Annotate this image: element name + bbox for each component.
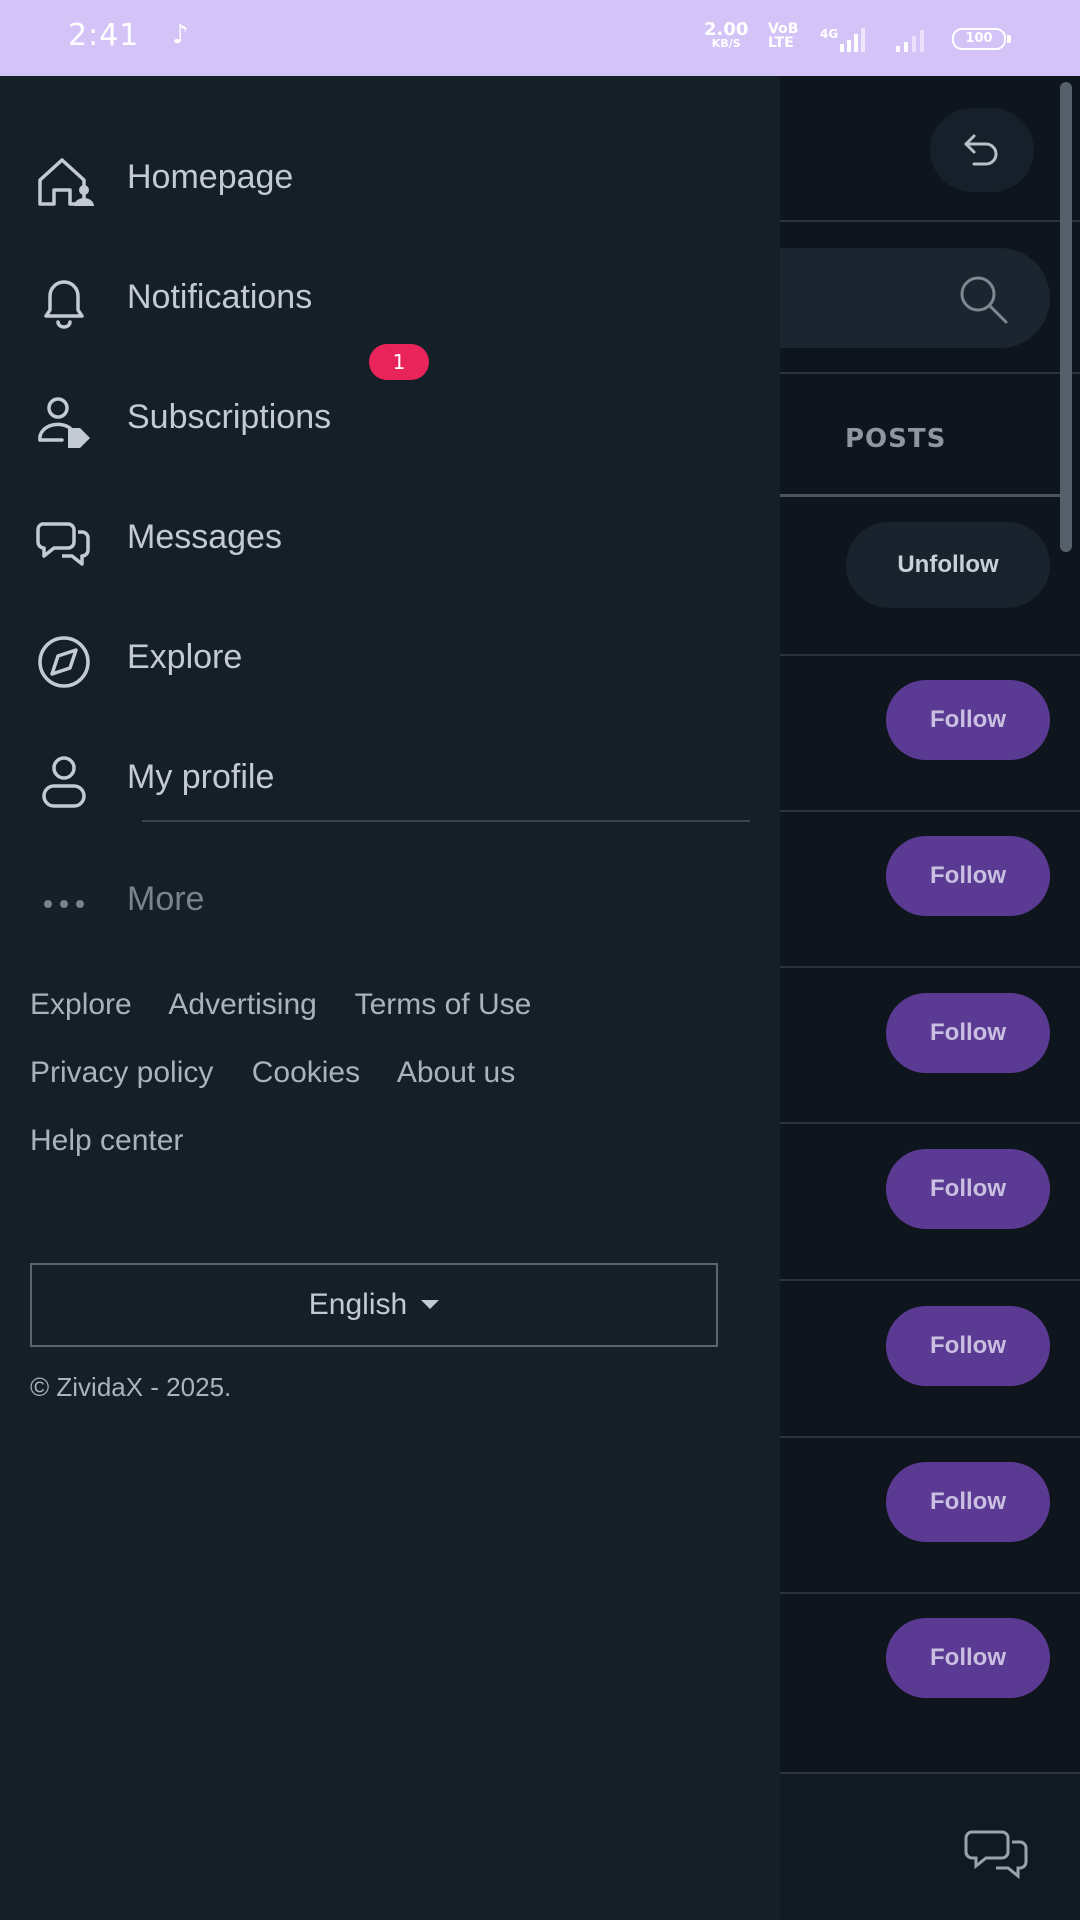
- follow-button[interactable]: Follow: [886, 836, 1050, 916]
- chat-icon: [36, 522, 90, 566]
- divider: [780, 1436, 1080, 1438]
- status-time: 2:41: [68, 18, 140, 53]
- footer-link-cookies[interactable]: Cookies: [252, 1056, 360, 1089]
- follow-button[interactable]: Follow: [886, 1618, 1050, 1698]
- footer-link-terms[interactable]: Terms of Use: [355, 988, 532, 1021]
- footer-links-row: Help center: [30, 1124, 213, 1158]
- menu-item-label: More: [127, 880, 205, 918]
- net-speed-value: 2.00: [704, 19, 749, 40]
- footer-link-help[interactable]: Help center: [30, 1124, 183, 1157]
- scrollbar[interactable]: [1060, 82, 1072, 552]
- net-speed: 2.00 KB/S: [704, 19, 749, 50]
- footer-link-explore[interactable]: Explore: [30, 988, 132, 1021]
- follow-button[interactable]: Follow: [886, 680, 1050, 760]
- menu-item-subscriptions[interactable]: Subscriptions: [0, 364, 780, 474]
- compass-icon: [38, 636, 90, 688]
- menu-item-homepage[interactable]: Homepage: [0, 124, 780, 234]
- divider: [780, 966, 1080, 968]
- menu-item-explore[interactable]: Explore: [0, 604, 780, 714]
- menu-item-label: Subscriptions: [127, 398, 332, 436]
- footer-link-advertising[interactable]: Advertising: [168, 988, 316, 1021]
- divider: [780, 372, 1080, 374]
- menu-item-label: Notifications: [127, 278, 313, 316]
- follow-button[interactable]: Follow: [886, 1462, 1050, 1542]
- signal-4g-icon: 4G: [820, 27, 865, 52]
- divider: [780, 654, 1080, 656]
- language-select[interactable]: English: [30, 1263, 718, 1347]
- menu-item-more[interactable]: More: [0, 846, 780, 956]
- divider: [780, 1122, 1080, 1124]
- undo-icon: [964, 134, 998, 166]
- menu-item-my-profile[interactable]: My profile: [0, 724, 780, 834]
- caret-down-icon: [421, 1299, 440, 1309]
- search-icon[interactable]: [956, 272, 1012, 328]
- unfollow-button[interactable]: Unfollow: [846, 522, 1050, 608]
- menu-item-label: Homepage: [127, 158, 294, 196]
- follow-button[interactable]: Follow: [886, 1306, 1050, 1386]
- follow-button[interactable]: Follow: [886, 1149, 1050, 1229]
- menu-item-label: Messages: [127, 518, 282, 556]
- divider: [780, 810, 1080, 812]
- menu-item-messages[interactable]: Messages: [0, 484, 780, 594]
- footer-links-row: Explore Advertising Terms of Use: [30, 988, 561, 1022]
- language-value: English: [308, 1288, 408, 1321]
- footer-link-about[interactable]: About us: [397, 1056, 515, 1089]
- footer-links-row: Privacy policy Cookies About us: [30, 1056, 545, 1090]
- menu-divider: [142, 820, 750, 822]
- divider: [780, 1279, 1080, 1281]
- network-type-label: 4G: [820, 27, 838, 41]
- status-bar: 2:41 ♪ 2.00 KB/S VoB LTE 4G 100: [0, 0, 1080, 76]
- divider: [780, 1772, 1080, 1774]
- divider: [780, 1592, 1080, 1594]
- menu-item-notifications[interactable]: Notifications: [0, 244, 780, 354]
- profile-icon: [42, 756, 86, 808]
- undo-button[interactable]: [930, 108, 1034, 192]
- navigation-drawer: Homepage Notifications 1 Subscriptions M…: [0, 76, 780, 1920]
- volte-label: VoB: [768, 21, 799, 37]
- footer-link-privacy[interactable]: Privacy policy: [30, 1056, 213, 1089]
- tab-posts[interactable]: POSTS: [845, 424, 946, 454]
- menu-item-label: Explore: [127, 638, 243, 676]
- bell-icon: [44, 280, 84, 329]
- more-dots-icon: [44, 900, 84, 908]
- copyright: © ZividaX - 2025.: [30, 1372, 232, 1402]
- bottom-bar: [780, 1772, 1080, 1920]
- follow-button[interactable]: Follow: [886, 993, 1050, 1073]
- user-tag-icon: [38, 397, 90, 448]
- music-note-icon: ♪: [172, 20, 189, 50]
- tab-indicator: [780, 494, 1060, 497]
- battery-icon: 100: [952, 28, 1011, 50]
- home-icon: [38, 158, 94, 206]
- menu-item-label: My profile: [127, 758, 275, 796]
- signal-icon: [896, 30, 924, 52]
- chat-icon[interactable]: [964, 1822, 1034, 1882]
- volte-label-2: LTE: [768, 35, 794, 51]
- divider: [780, 220, 1080, 222]
- volte-indicator: VoB LTE: [768, 22, 798, 50]
